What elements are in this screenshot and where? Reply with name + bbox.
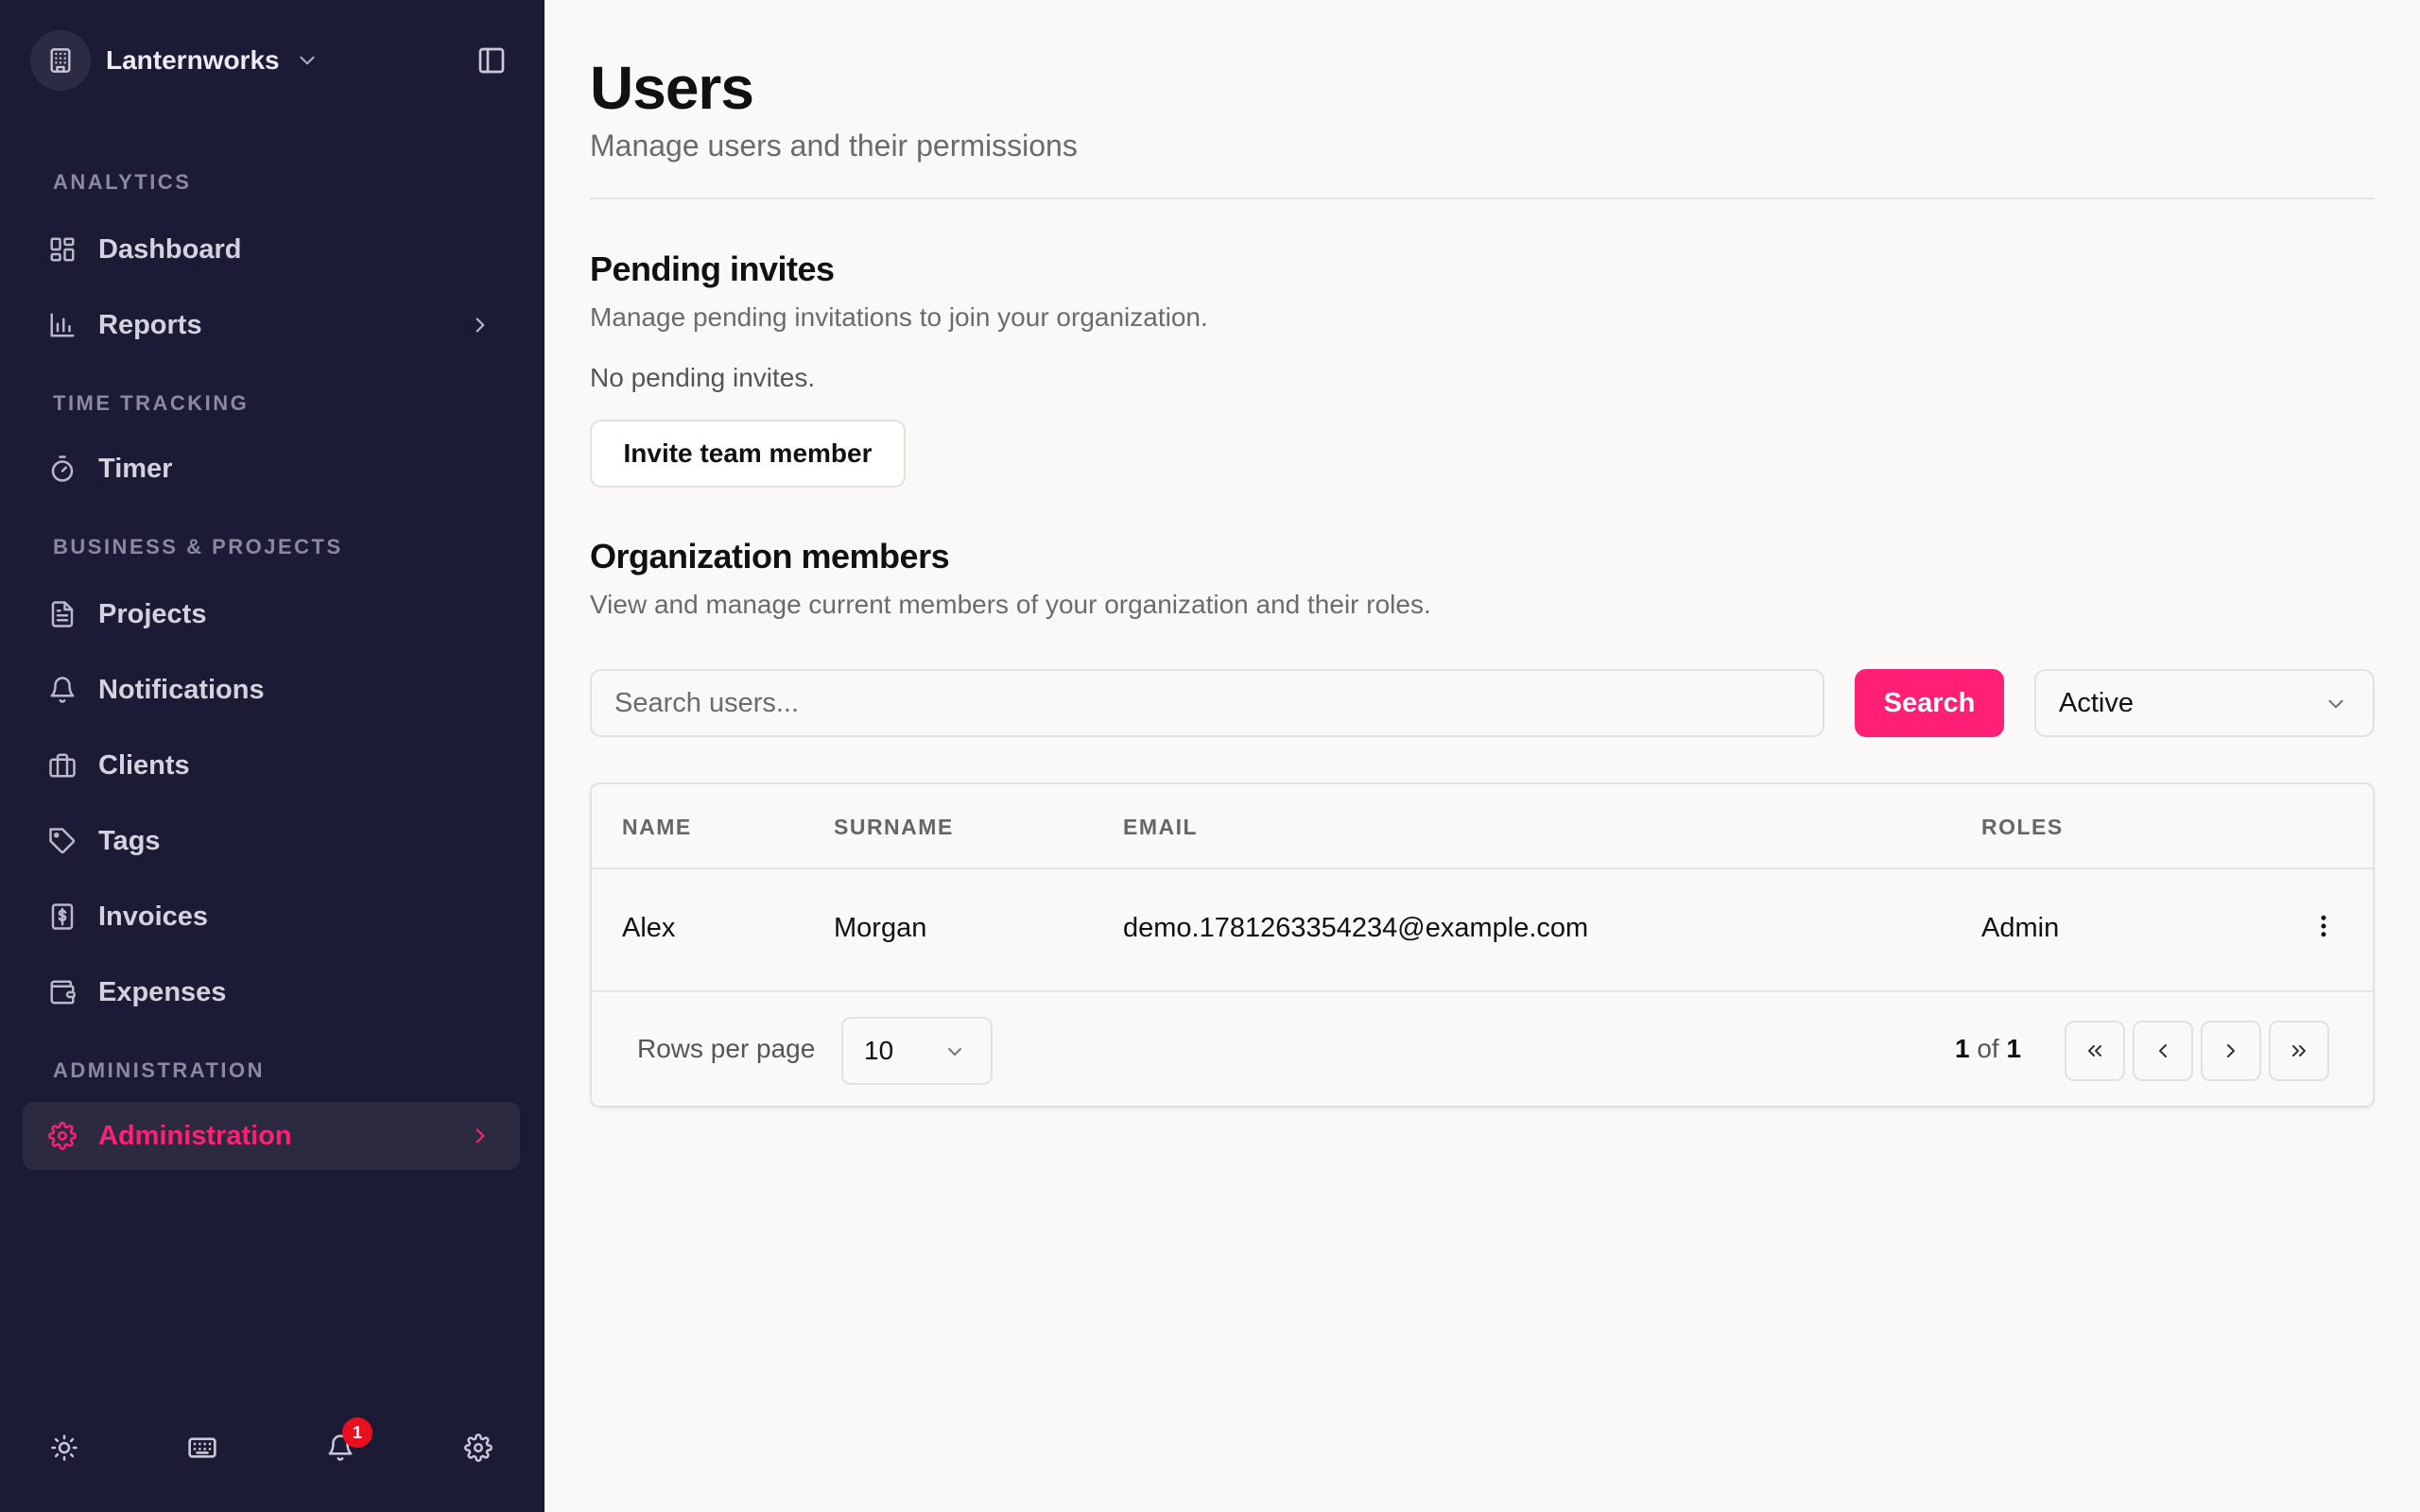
page-of: of: [1977, 1034, 1999, 1063]
sidebar-item-label: Timer: [98, 453, 173, 484]
cell-email: demo.1781263354234@example.com: [1123, 913, 1589, 943]
divider: [590, 198, 2375, 199]
column-header-surname[interactable]: SURNAME: [834, 815, 954, 840]
previous-page-button[interactable]: [2133, 1021, 2193, 1081]
stopwatch-icon: [45, 452, 79, 486]
search-button[interactable]: Search: [1855, 669, 2004, 737]
cell-role: Admin: [1981, 913, 2060, 943]
org-members-title: Organization members: [590, 537, 950, 576]
divider: [592, 990, 2373, 992]
search-input[interactable]: [590, 669, 1824, 737]
briefcase-icon: [45, 748, 79, 782]
sidebar-item-label: Tags: [98, 825, 161, 856]
column-header-email[interactable]: EMAIL: [1123, 815, 1198, 840]
document-icon: [45, 597, 79, 631]
more-vertical-icon[interactable]: [2305, 907, 2342, 945]
column-header-name[interactable]: NAME: [622, 815, 692, 840]
last-page-button[interactable]: [2269, 1021, 2329, 1081]
sidebar-item-label: Reports: [98, 309, 202, 340]
pending-invites-title: Pending invites: [590, 249, 835, 288]
chevron-down-icon: [943, 1040, 966, 1070]
invite-team-member-button[interactable]: Invite team member: [590, 420, 906, 488]
sidebar-item-label: Clients: [98, 749, 190, 781]
page-subtitle: Manage users and their permissions: [590, 129, 1078, 163]
chevron-right-icon: [2227, 1044, 2235, 1057]
sidebar-item-reports[interactable]: Reports: [23, 291, 520, 359]
chevrons-left-icon: [2088, 1045, 2101, 1057]
gear-icon: [45, 1119, 79, 1153]
sidebar-item-clients[interactable]: Clients: [23, 731, 520, 799]
members-table: NAME SURNAME EMAIL ROLES Alex Morgan dem…: [590, 782, 2375, 1108]
chevrons-right-icon: [2292, 1045, 2306, 1057]
bar-chart-icon: [45, 308, 79, 342]
building-icon: [30, 30, 91, 91]
rows-per-page-select[interactable]: 10: [841, 1017, 993, 1085]
status-filter-select[interactable]: Active: [2034, 669, 2375, 737]
chevron-right-icon: [467, 1123, 493, 1149]
org-name: Lanternworks: [106, 45, 280, 75]
org-members-description: View and manage current members of your …: [590, 590, 1431, 619]
status-filter-value: Active: [2059, 687, 2134, 718]
page-current: 1: [1955, 1034, 1970, 1063]
sidebar-item-label: Projects: [98, 598, 207, 629]
sidebar-toggle-icon[interactable]: [473, 42, 510, 79]
wallet-icon: [45, 975, 79, 1009]
keyboard-icon[interactable]: [182, 1427, 223, 1469]
sidebar-item-label: Expenses: [98, 976, 227, 1007]
chevron-left-icon: [2159, 1044, 2167, 1057]
sidebar-item-projects[interactable]: Projects: [23, 580, 520, 648]
notification-badge: 1: [342, 1418, 372, 1448]
sidebar-item-timer[interactable]: Timer: [23, 435, 520, 503]
sidebar-item-label: Invoices: [98, 901, 209, 932]
cell-surname: Morgan: [834, 913, 927, 943]
bell-icon: [45, 673, 79, 707]
sun-icon[interactable]: [43, 1427, 85, 1469]
main-content: Users Manage users and their permissions…: [590, 0, 2375, 1512]
sidebar-item-label: Dashboard: [98, 233, 242, 265]
sidebar-footer: 1: [0, 1414, 544, 1482]
section-label-business-projects: BUSINESS & PROJECTS: [53, 535, 343, 558]
sidebar: Lanternworks ANALYTICS Dashboard Reports…: [0, 0, 544, 1512]
rows-per-page-label: Rows per page: [637, 1034, 816, 1063]
sidebar-item-administration[interactable]: Administration: [23, 1102, 520, 1170]
chevron-down-icon: [2324, 692, 2348, 724]
sidebar-item-notifications[interactable]: Notifications: [23, 656, 520, 724]
dashboard-icon: [45, 232, 79, 266]
page-indicator: 1 of 1: [1955, 1034, 2021, 1064]
sidebar-item-label: Administration: [98, 1120, 292, 1151]
notifications-bell-icon[interactable]: 1: [320, 1418, 372, 1469]
chevron-down-icon: [295, 48, 320, 73]
sidebar-item-invoices[interactable]: Invoices: [23, 883, 520, 951]
sidebar-item-expenses[interactable]: Expenses: [23, 958, 520, 1026]
settings-icon[interactable]: [458, 1427, 499, 1469]
sidebar-item-dashboard[interactable]: Dashboard: [23, 215, 520, 284]
tag-icon: [45, 824, 79, 858]
first-page-button[interactable]: [2065, 1021, 2125, 1081]
pending-invites-description: Manage pending invitations to join your …: [590, 302, 1208, 332]
chevron-right-icon: [467, 312, 493, 338]
column-header-roles[interactable]: ROLES: [1981, 815, 2064, 840]
sidebar-item-label: Notifications: [98, 674, 265, 705]
pending-invites-empty: No pending invites.: [590, 363, 816, 392]
section-label-administration: ADMINISTRATION: [53, 1058, 266, 1082]
page-title: Users: [590, 54, 754, 122]
rows-per-page-value: 10: [864, 1036, 894, 1065]
section-label-analytics: ANALYTICS: [53, 170, 192, 194]
invoice-icon: [45, 900, 79, 934]
divider: [592, 868, 2373, 869]
sidebar-item-tags[interactable]: Tags: [23, 807, 520, 875]
org-switcher[interactable]: Lanternworks: [30, 30, 320, 91]
cell-name: Alex: [622, 913, 676, 943]
page-total: 1: [2006, 1034, 2022, 1063]
next-page-button[interactable]: [2201, 1021, 2261, 1081]
section-label-time-tracking: TIME TRACKING: [53, 391, 250, 415]
